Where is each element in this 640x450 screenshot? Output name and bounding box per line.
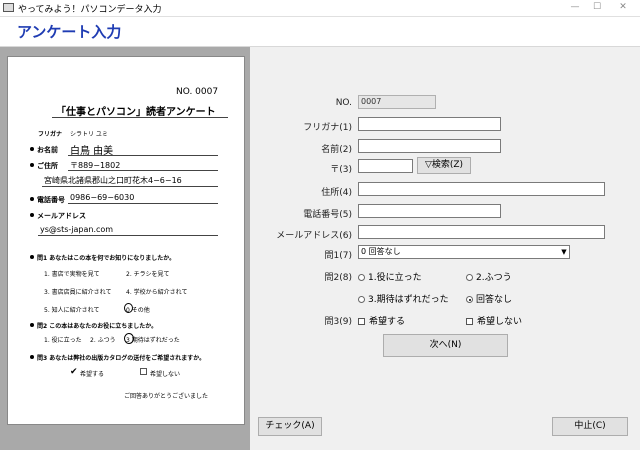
window-titlebar: やってみよう！パソコンデータ入力 — ☐ ✕ <box>0 0 640 17</box>
paper-q2-option: 2. ふつう <box>90 337 116 344</box>
paper-q1-option: 4. 学校から紹介されて <box>126 289 188 296</box>
questionnaire-paper: NO. 0007 「仕事とパソコン」読者アンケート フリガナ シラトリ ユミ お… <box>7 56 245 425</box>
window-title: やってみよう！パソコンデータ入力 <box>18 5 162 15</box>
paper-q3-option: 希望しない <box>150 371 181 378</box>
entry-form-pane: NO. 0007 フリガナ(1) 名前(2) 〒(3) ▽検索(Z) 住所(4)… <box>250 47 640 450</box>
paper-email-label: メールアドレス <box>30 211 86 221</box>
chevron-down-icon[interactable]: ▼ <box>559 246 569 258</box>
q2-radio-label: 1.役に立った <box>368 273 422 283</box>
no-field: 0007 <box>358 95 436 109</box>
q2-radio-2[interactable]: 2.ふつう <box>466 270 512 283</box>
close-button[interactable]: ✕ <box>616 1 630 14</box>
q3-checkbox-no[interactable]: 希望しない <box>466 314 522 327</box>
address-underline <box>42 186 218 187</box>
furigana-label: フリガナ(1) <box>303 123 352 133</box>
next-button[interactable]: 次へ(N) <box>383 334 508 357</box>
app-icon <box>3 3 14 12</box>
checkbox-icon <box>466 318 473 325</box>
paper-email-value: ys@sts-japan.com <box>40 225 114 234</box>
q3-checkbox-label: 希望しない <box>477 317 523 327</box>
zip-underline <box>68 170 218 171</box>
paper-q2-option: 3 期待はずれだった <box>126 337 180 344</box>
paper-q1: 問1 あなたはこの本を何でお知りになりましたか。 <box>30 253 175 262</box>
paper-address-value: 宮崎県北諸県郡山之口町花木4−6−16 <box>44 176 182 185</box>
q1-label: 問1(7) <box>324 251 352 261</box>
document-preview-pane: NO. 0007 「仕事とパソコン」読者アンケート フリガナ シラトリ ユミ お… <box>0 47 250 450</box>
address-label: 住所(4) <box>321 188 352 198</box>
check-button[interactable]: チェック(A) <box>258 417 322 436</box>
paper-q1-option: 2. チラシを見て <box>126 271 170 278</box>
q2-radio-none[interactable]: 回答なし <box>466 292 512 305</box>
paper-q1-option: 3. 書店店員に紹介されて <box>44 289 112 296</box>
paper-q3-checkbox <box>140 368 147 375</box>
paper-name-label: お名前 <box>30 145 58 155</box>
maximize-button[interactable]: ☐ <box>590 1 604 14</box>
phone-underline <box>68 203 218 204</box>
paper-thanks: ご回答ありがとうございました <box>124 393 209 400</box>
q3-checkbox-label: 希望する <box>369 317 406 327</box>
phone-input[interactable] <box>358 204 501 218</box>
radio-icon <box>358 296 365 303</box>
page-header: アンケート入力 <box>0 17 640 47</box>
radio-selected-icon <box>466 296 473 303</box>
no-label: NO. <box>335 98 352 108</box>
radio-icon <box>358 274 365 281</box>
address-input[interactable] <box>358 182 605 196</box>
q3-checkbox-yes[interactable]: 希望する <box>358 314 405 327</box>
paper-q1-option: 1. 書店で実物を見て <box>44 271 100 278</box>
paper-q3-option: 希望する <box>80 371 105 378</box>
paper-phone-label: 電話番号 <box>30 195 65 205</box>
minimize-button[interactable]: — <box>568 1 582 14</box>
q2-radio-label: 回答なし <box>476 295 513 305</box>
paper-q1-option: 0 その他 <box>126 307 150 314</box>
q2-label: 問2(8) <box>324 273 352 283</box>
heading-underline <box>52 117 228 118</box>
zip-label: 〒(3) <box>330 165 352 175</box>
paper-address-label: ご住所 <box>30 161 58 171</box>
email-input[interactable] <box>358 225 605 239</box>
radio-icon <box>466 274 473 281</box>
paper-q2-option: 1. 役に立った <box>44 337 82 344</box>
paper-number: NO. 0007 <box>176 87 219 97</box>
checkbox-icon <box>358 318 365 325</box>
q1-select[interactable]: 0 回答なし ▼ <box>358 245 570 259</box>
email-label: メールアドレス(6) <box>276 231 352 241</box>
paper-q2: 問2 この本はあなたのお役に立ちましたか。 <box>30 321 157 330</box>
paper-checkmark-icon: ✔ <box>70 367 78 377</box>
phone-label: 電話番号(5) <box>303 210 352 220</box>
q2-radio-1[interactable]: 1.役に立った <box>358 270 422 283</box>
page-title: アンケート入力 <box>17 23 122 41</box>
cancel-button[interactable]: 中止(C) <box>552 417 628 436</box>
name-input[interactable] <box>358 139 501 153</box>
paper-phone-value: 0986−69−6030 <box>70 193 135 202</box>
zip-input[interactable] <box>358 159 413 173</box>
paper-q1-option: 5. 知人に紹介されて <box>44 307 100 314</box>
paper-furigana-label: フリガナ <box>38 131 63 138</box>
q1-select-value: 0 回答なし <box>361 247 401 256</box>
q2-radio-label: 2.ふつう <box>476 273 512 283</box>
paper-q3: 問3 あなたは弊社の出版カタログの送付をご希望されますか。 <box>30 353 205 362</box>
name-underline <box>68 155 218 156</box>
q3-label: 問3(9) <box>324 317 352 327</box>
email-underline <box>38 235 218 236</box>
search-button[interactable]: ▽検索(Z) <box>417 157 471 174</box>
furigana-input[interactable] <box>358 117 501 131</box>
q2-radio-label: 3.期待はずれだった <box>368 295 449 305</box>
q2-radio-3[interactable]: 3.期待はずれだった <box>358 292 449 305</box>
paper-furigana-value: シラトリ ユミ <box>70 131 108 138</box>
name-label: 名前(2) <box>321 145 352 155</box>
paper-heading: 「仕事とパソコン」読者アンケート <box>56 107 216 118</box>
